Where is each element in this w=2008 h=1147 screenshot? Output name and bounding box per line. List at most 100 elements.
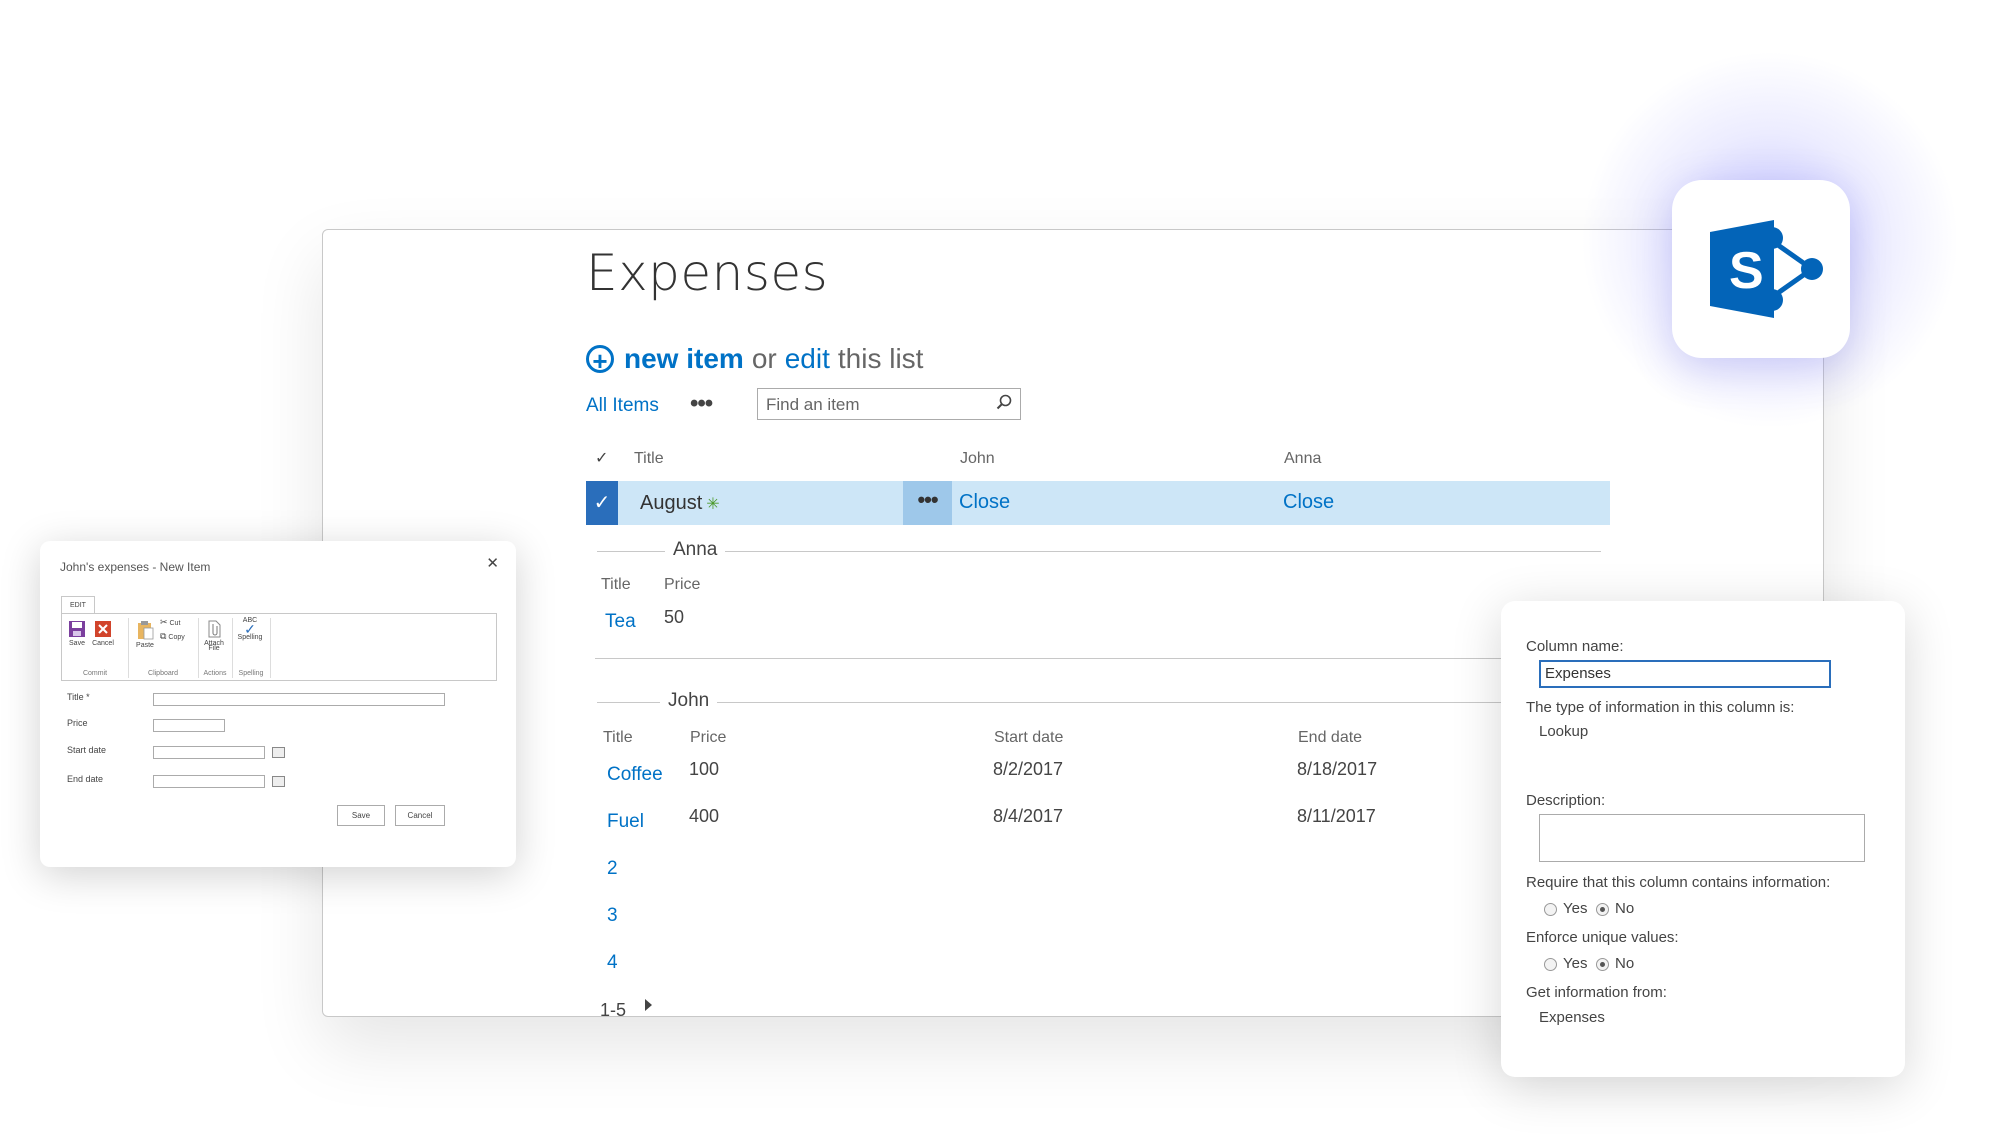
- column-header-john[interactable]: John: [960, 450, 995, 468]
- view-more-button[interactable]: •••: [690, 390, 713, 418]
- ribbon-attach-button[interactable]: Attach File: [201, 620, 227, 652]
- anna-header-title: Title: [601, 576, 631, 593]
- group-divider: [597, 551, 1601, 552]
- row-anna-lookup[interactable]: Close: [1283, 491, 1334, 514]
- source-value: Expenses: [1539, 1009, 1605, 1026]
- column-name-input[interactable]: Expenses: [1539, 660, 1831, 688]
- row-john-lookup[interactable]: Close: [959, 491, 1010, 514]
- require-yes-radio[interactable]: [1544, 903, 1557, 916]
- description-textarea[interactable]: [1539, 814, 1865, 862]
- row-checkmark-icon[interactable]: ✓: [586, 481, 618, 525]
- ribbon-separator: [270, 618, 271, 678]
- close-icon[interactable]: ✕: [486, 554, 499, 572]
- require-no-radio[interactable]: [1596, 903, 1609, 916]
- ribbon-cut-label: Cut: [169, 620, 181, 627]
- source-label: Get information from:: [1526, 984, 1667, 1001]
- scissors-icon: ✂: [160, 617, 168, 627]
- ribbon-group-spelling: Spelling: [238, 670, 264, 677]
- search-icon[interactable]: [996, 394, 1012, 410]
- john-header-end: End date: [1298, 729, 1363, 746]
- cancel-button[interactable]: Cancel: [395, 805, 445, 826]
- row-title-text[interactable]: August: [640, 492, 702, 514]
- new-item-link[interactable]: new item: [624, 343, 744, 375]
- calendar-icon[interactable]: [272, 776, 285, 787]
- john-row-start: 8/4/2017: [993, 806, 1064, 826]
- ribbon-separator: [232, 618, 233, 678]
- dialog-title: John's expenses - New Item: [60, 560, 211, 574]
- field-label-start-date: Start date: [67, 745, 107, 755]
- page-link-2[interactable]: 2: [607, 858, 618, 880]
- group-divider: [597, 702, 1597, 703]
- unique-yes-radio[interactable]: [1544, 958, 1557, 971]
- john-row-title[interactable]: Fuel: [607, 811, 644, 833]
- ribbon-copy-label: Copy: [168, 634, 185, 641]
- sharepoint-logo-tile: S: [1672, 180, 1850, 358]
- john-row-price: 100: [689, 759, 720, 779]
- ribbon-group-clipboard: Clipboard: [148, 670, 178, 677]
- group-label-john: John: [660, 690, 718, 712]
- john-header-start: Start date: [994, 729, 1064, 746]
- add-circle-icon[interactable]: +: [586, 345, 614, 375]
- price-input[interactable]: [153, 719, 225, 732]
- selected-list-row[interactable]: ✓ August ✳ ••• Close Close: [586, 481, 1610, 525]
- paste-icon: [138, 621, 154, 640]
- spelling-check-icon: ✓: [244, 621, 256, 637]
- or-text: or: [751, 343, 777, 374]
- ribbon-cut-button[interactable]: ✂ Cut: [160, 617, 180, 628]
- ribbon-separator: [198, 618, 199, 678]
- svg-text:S: S: [1729, 242, 1764, 300]
- column-header-anna[interactable]: Anna: [1284, 450, 1321, 468]
- ribbon-save-button[interactable]: Save: [66, 620, 88, 647]
- john-row-start: 8/2/2017: [993, 759, 1064, 779]
- cancel-icon: [95, 621, 111, 637]
- type-label: The type of information in this column i…: [1526, 699, 1795, 716]
- page-link-3[interactable]: 3: [607, 905, 618, 927]
- attach-file-icon: [208, 620, 221, 638]
- ribbon-group-actions: Actions: [203, 670, 227, 677]
- start-date-input[interactable]: [153, 746, 265, 759]
- group-separator: [595, 658, 1595, 659]
- this-list-text: this list: [837, 343, 924, 374]
- title-input[interactable]: [153, 693, 445, 706]
- ribbon-group-commit: Commit: [82, 670, 108, 677]
- john-row-title[interactable]: Coffee: [607, 764, 663, 786]
- ribbon-paste-label: Paste: [136, 642, 154, 649]
- end-date-input[interactable]: [153, 775, 265, 788]
- search-box[interactable]: [757, 388, 1021, 421]
- pager-next-arrow-icon[interactable]: [645, 999, 652, 1011]
- anna-row-title[interactable]: Tea: [605, 611, 636, 633]
- copy-icon: ⧉: [160, 631, 167, 641]
- new-item-dialog: John's expenses - New Item ✕ EDIT Save C…: [40, 541, 516, 867]
- field-label-price: Price: [67, 718, 88, 728]
- column-name-label: Column name:: [1526, 638, 1624, 655]
- field-label-end-date: End date: [67, 774, 104, 784]
- sharepoint-logo-icon: S: [1710, 220, 1823, 318]
- ribbon-separator: [128, 618, 129, 678]
- group-label-anna: Anna: [665, 539, 726, 561]
- john-row-price: 400: [689, 806, 720, 826]
- unique-no-label: No: [1615, 955, 1635, 972]
- page-link-4[interactable]: 4: [607, 952, 618, 974]
- edit-link[interactable]: edit: [785, 343, 830, 375]
- ribbon-copy-button[interactable]: ⧉ Copy: [160, 631, 185, 642]
- unique-no-radio[interactable]: [1596, 958, 1609, 971]
- ribbon-cancel-label: Cancel: [92, 640, 114, 647]
- row-title[interactable]: August ✳: [640, 492, 720, 515]
- field-label-title: Title *: [67, 692, 90, 702]
- ribbon-spelling-button[interactable]: ABC ✓ Spelling: [234, 617, 266, 641]
- require-label: Require that this column contains inform…: [1526, 874, 1831, 891]
- view-all-items[interactable]: All Items: [586, 395, 659, 417]
- select-all-checkmark-icon[interactable]: ✓: [595, 448, 608, 468]
- search-input[interactable]: [758, 389, 974, 421]
- ribbon-cancel-button[interactable]: Cancel: [91, 620, 115, 647]
- ribbon-paste-button[interactable]: Paste: [134, 620, 156, 649]
- column-header-title[interactable]: Title: [634, 450, 664, 468]
- unique-yes-label: Yes: [1563, 955, 1588, 972]
- john-header-price: Price: [690, 729, 727, 746]
- unique-label: Enforce unique values:: [1526, 929, 1679, 946]
- calendar-icon[interactable]: [272, 747, 285, 758]
- row-ellipsis-button[interactable]: •••: [903, 481, 952, 525]
- pager-range: 1-5: [600, 1000, 627, 1017]
- type-value: Lookup: [1539, 723, 1589, 740]
- save-button[interactable]: Save: [337, 805, 385, 826]
